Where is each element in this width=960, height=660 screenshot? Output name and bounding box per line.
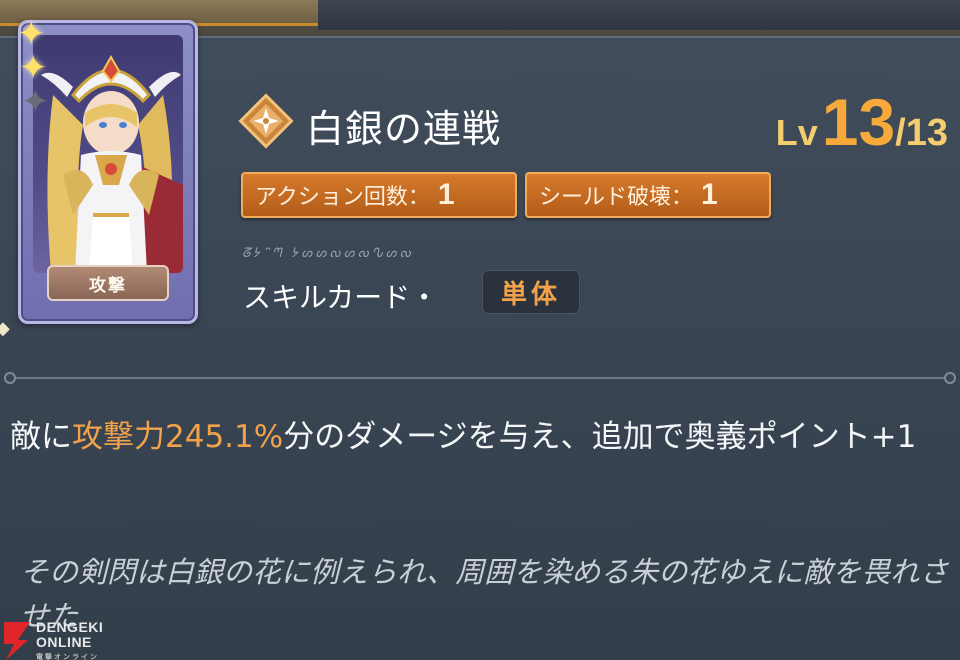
flavor-text: その剣閃は白銀の花に例えられ、周囲を染める朱の花ゆえに敵を畏れさせた [20, 555, 949, 633]
watermark-line1: DENGEKI [36, 619, 104, 635]
rune-script-line: ᘔᔭᐢᘉ ᔭᔕᔕᔓᔕᔓᔐᔕᔓ [242, 246, 414, 261]
tab-right[interactable] [318, 0, 960, 30]
desc-highlight: 攻撃力245.1% [72, 419, 284, 455]
watermark-line2: ONLINE [36, 634, 92, 650]
watermark-text: DENGEKI ONLINE 電撃オンライン [36, 620, 103, 660]
tag-label: シールド破壊： [539, 185, 694, 210]
level-prefix: Lv [775, 112, 818, 153]
rarity-star-empty-icon: ✦ [21, 82, 50, 122]
level-current: 13 [821, 85, 896, 159]
card-type-badge: 攻撃 [47, 265, 169, 301]
rarity-star-icon: ✦ [17, 14, 46, 54]
shield-break-tag: シールド破壊： 1 [525, 172, 771, 218]
action-count-tag: アクション回数： 1 [241, 172, 517, 218]
desc-prefix: 敵に [10, 419, 72, 455]
rarity-star-icon: ✦ [19, 48, 48, 88]
skill-level: Lv 13 /13 [776, 84, 948, 160]
desc-suffix: 分のダメージを与え、追加で奥義ポイント+1 [283, 419, 917, 455]
skill-emblem-icon [238, 93, 294, 149]
divider [8, 377, 952, 379]
target-badge: 単体 [482, 270, 580, 314]
skill-title: 白銀の連戦 [306, 107, 502, 151]
skill-card-type: スキルカード・ [243, 281, 439, 314]
side-arrow-icon[interactable]: ◆ [0, 318, 10, 339]
watermark-sub: 電撃オンライン [36, 654, 99, 660]
character-card[interactable]: ✦ ✦ ✦ 攻撃 [17, 14, 198, 324]
skill-description: 敵に攻撃力245.1%分のダメージを与え、追加で奥義ポイント+1 [10, 414, 950, 460]
tag-value: 1 [437, 178, 455, 211]
divider-dot-left [4, 372, 16, 384]
character-portrait [33, 35, 183, 273]
tag-label: アクション回数： [255, 185, 430, 210]
tag-value: 1 [701, 178, 718, 211]
divider-dot-right [944, 372, 956, 384]
level-max: /13 [895, 112, 948, 154]
